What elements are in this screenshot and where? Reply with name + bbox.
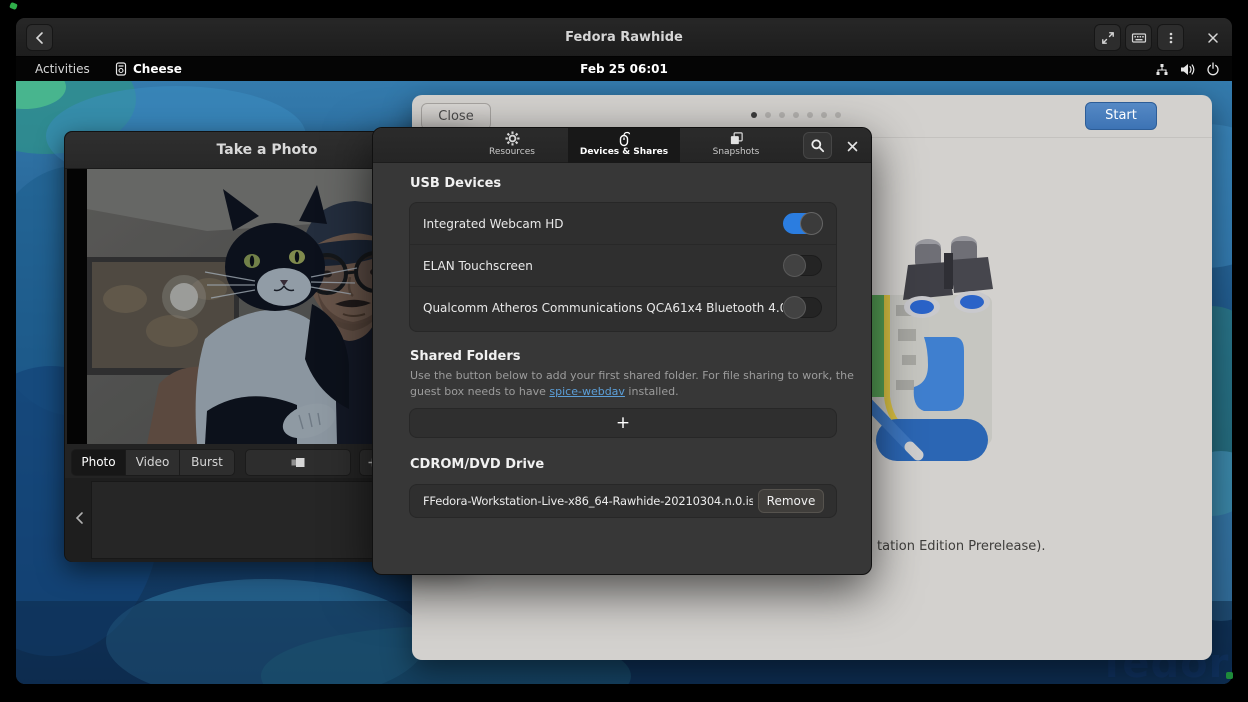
iso-name: FFedora-Workstation-Live-x86_64-Rawhide-… <box>423 485 753 517</box>
cdrom-row: FFedora-Workstation-Live-x86_64-Rawhide-… <box>409 484 837 518</box>
screenshot-artifact <box>1226 672 1233 679</box>
usb-device-row: Integrated Webcam HD <box>410 203 836 245</box>
kebab-menu-icon <box>1164 31 1178 45</box>
boxes-app-window: Fedora Rawhide <box>16 18 1232 684</box>
search-icon <box>810 138 825 153</box>
devices-icon <box>616 131 632 147</box>
close-icon <box>847 141 858 152</box>
video-mode-button[interactable]: Video <box>126 450 180 475</box>
app-titlebar: Fedora Rawhide <box>16 18 1232 57</box>
window-title: Fedora Rawhide <box>16 18 1232 57</box>
spice-webdav-link[interactable]: spice-webdav <box>549 385 625 398</box>
system-tray[interactable] <box>1155 57 1220 81</box>
dialog-search-button[interactable] <box>803 132 832 159</box>
tab-devices-shares[interactable]: Devices & Shares <box>568 128 680 163</box>
gallery-prev-button[interactable] <box>71 508 87 528</box>
volume-icon <box>1180 63 1195 76</box>
usb-device-toggle[interactable] <box>783 213 822 234</box>
usb-device-row: ELAN Touchscreen <box>410 245 836 287</box>
binoculars-illustration <box>850 225 1000 470</box>
gear-icon <box>505 131 520 146</box>
usb-device-name: Qualcomm Atheros Communications QCA61x4 … <box>423 287 783 329</box>
fullscreen-button[interactable] <box>1094 24 1121 51</box>
fullscreen-icon <box>1101 31 1115 45</box>
keyboard-button[interactable] <box>1125 24 1152 51</box>
usb-device-name: Integrated Webcam HD <box>423 203 564 245</box>
close-window-button[interactable] <box>1199 24 1226 51</box>
photo-mode-button[interactable]: Photo <box>72 450 126 475</box>
menu-button[interactable] <box>1157 24 1184 51</box>
snapshots-icon <box>729 131 744 146</box>
clock-button[interactable]: Feb 25 06:01 <box>16 57 1232 81</box>
tab-resources-label: Resources <box>456 146 568 158</box>
usb-device-name: ELAN Touchscreen <box>423 245 533 287</box>
tab-snapshots-label: Snapshots <box>680 146 792 158</box>
usb-devices-list: Integrated Webcam HD ELAN Touchscreen Qu… <box>409 202 837 332</box>
page-dot <box>765 112 771 118</box>
cdrom-title: CDROM/DVD Drive <box>410 457 544 472</box>
dialog-close-button[interactable] <box>841 135 863 157</box>
screenshot-artifact <box>9 2 18 10</box>
page-dot <box>807 112 813 118</box>
page-dot <box>793 112 799 118</box>
tab-devices-shares-label: Devices & Shares <box>568 146 680 158</box>
description-line1: Use the button below to add your first s… <box>410 368 850 384</box>
remove-iso-button[interactable]: Remove <box>758 489 824 513</box>
tab-snapshots[interactable]: Snapshots <box>680 128 792 163</box>
page-dot <box>779 112 785 118</box>
setup-start-button[interactable]: Start <box>1085 102 1157 130</box>
setup-partial-text: tation Edition Prerelease). <box>877 539 1046 554</box>
shared-folders-title: Shared Folders <box>410 349 520 364</box>
power-icon <box>1206 62 1220 76</box>
usb-device-toggle[interactable] <box>783 297 822 318</box>
keyboard-icon <box>1131 31 1147 45</box>
vm-properties-dialog: Resources Devices & Shares <box>372 127 872 575</box>
network-icon <box>1155 63 1169 76</box>
camera-icon <box>289 455 307 470</box>
page-dot <box>751 112 757 118</box>
toggle-knob <box>800 212 823 235</box>
setup-page-dots <box>412 112 1180 118</box>
tab-resources[interactable]: Resources <box>456 128 568 163</box>
vm-top-panel: Activities Cheese Feb 25 06:01 <box>16 57 1232 81</box>
description-line2-post: installed. <box>625 385 679 398</box>
chevron-left-icon <box>74 511 84 525</box>
add-shared-folder-button[interactable]: + <box>409 408 837 438</box>
usb-device-row: Qualcomm Atheros Communications QCA61x4 … <box>410 287 836 330</box>
dialog-header: Resources Devices & Shares <box>373 128 871 163</box>
page-dot <box>835 112 841 118</box>
close-icon <box>1207 32 1219 44</box>
usb-devices-title: USB Devices <box>410 176 501 191</box>
description-line2: guest box needs to have spice-webdav ins… <box>410 384 850 400</box>
screen: Fedora Rawhide <box>0 0 1248 702</box>
vm-display: Activities Cheese Feb 25 06:01 <box>16 57 1232 684</box>
page-dot <box>821 112 827 118</box>
take-photo-button[interactable] <box>245 449 351 476</box>
burst-mode-button[interactable]: Burst <box>180 450 234 475</box>
shared-folders-description: Use the button below to add your first s… <box>410 368 850 400</box>
toggle-knob <box>783 296 806 319</box>
cheese-mode-switcher: Photo Video Burst <box>71 449 235 476</box>
usb-device-toggle[interactable] <box>783 255 822 276</box>
description-line2-pre: guest box needs to have <box>410 385 549 398</box>
toggle-knob <box>783 254 806 277</box>
